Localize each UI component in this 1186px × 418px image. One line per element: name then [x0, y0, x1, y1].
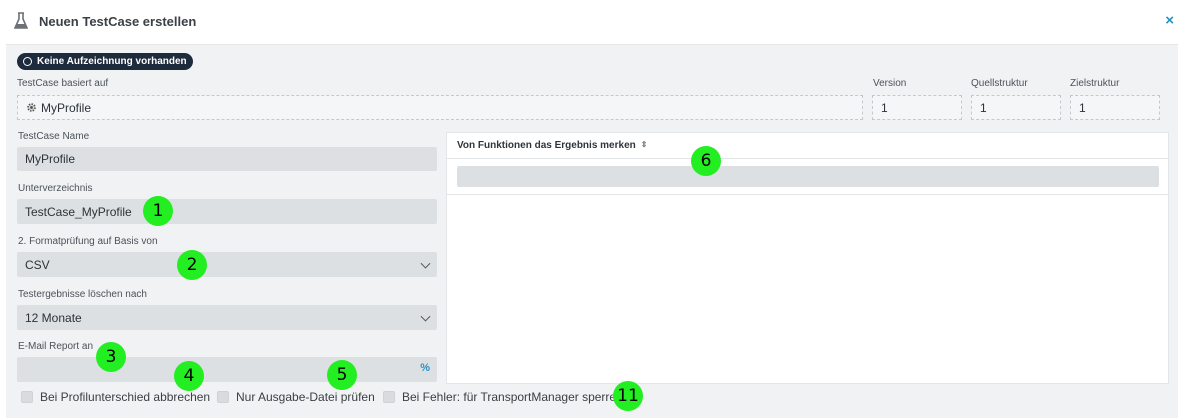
checkbox-box[interactable]: [383, 391, 395, 403]
checkbox-label: Bei Profilunterschied abbrechen: [40, 390, 211, 404]
source-structure-field[interactable]: 1: [971, 95, 1061, 120]
annotation-marker: 3: [96, 342, 126, 372]
checkbox-abort-on-profile-difference[interactable]: Bei Profilunterschied abbrechen: [21, 390, 210, 404]
email-report-label: E-Mail Report an: [18, 341, 94, 352]
annotation-marker: 5: [327, 360, 357, 390]
annotation-marker: 1: [143, 196, 173, 226]
dialog-header: Neuen TestCase erstellen ×: [0, 0, 1186, 44]
testcase-name-input[interactable]: MyProfile: [17, 147, 437, 171]
target-structure-value: 1: [1079, 100, 1086, 115]
checkbox-only-check-output-file[interactable]: Nur Ausgabe-Datei prüfen: [217, 390, 375, 404]
checkbox-label: Bei Fehler: für TransportManager sperren: [402, 390, 623, 404]
chevron-down-icon: [420, 258, 431, 269]
record-status-icon: [23, 57, 32, 66]
version-label: Version: [873, 78, 907, 89]
functions-filter-input[interactable]: [457, 166, 1159, 187]
checkbox-box[interactable]: [217, 391, 229, 403]
annotation-marker: 11: [613, 381, 643, 411]
subdirectory-label: Unterverzeichnis: [18, 183, 93, 194]
delete-after-select[interactable]: 12 Monate: [17, 305, 437, 330]
variable-icon[interactable]: %: [420, 362, 430, 374]
target-structure-label: Zielstruktur: [1070, 78, 1120, 89]
flask-icon: [14, 12, 28, 29]
functions-header-label: Von Funktionen das Ergebnis merken: [457, 140, 636, 151]
checkbox-box[interactable]: [21, 391, 33, 403]
checkbox-label: Nur Ausgabe-Datei prüfen: [236, 390, 375, 404]
based-on-label: TestCase basiert auf: [17, 78, 109, 89]
format-check-value: CSV: [25, 257, 50, 272]
version-field[interactable]: 1: [872, 95, 962, 120]
format-check-label: 2. Formatprüfung auf Basis von: [18, 236, 158, 247]
delete-after-value: 12 Monate: [25, 310, 82, 325]
annotation-marker: 4: [174, 361, 204, 391]
recording-status-label: Keine Aufzeichnung vorhanden: [37, 56, 187, 67]
sort-icon[interactable]: ⇕: [641, 133, 648, 157]
chevron-down-icon: [420, 311, 431, 322]
source-structure-label: Quellstruktur: [971, 78, 1028, 89]
source-structure-value: 1: [980, 100, 987, 115]
target-structure-field[interactable]: 1: [1070, 95, 1160, 120]
gear-icon: [27, 103, 36, 112]
annotation-marker: 6: [691, 146, 721, 176]
testcase-name-value: MyProfile: [25, 152, 76, 166]
divider: [447, 194, 1168, 195]
subdirectory-input[interactable]: TestCase_MyProfile: [17, 199, 437, 224]
testcase-name-label: TestCase Name: [18, 131, 90, 142]
functions-header[interactable]: Von Funktionen das Ergebnis merken ⇕: [447, 133, 1168, 159]
subdirectory-value: TestCase_MyProfile: [25, 204, 132, 219]
version-value: 1: [881, 100, 888, 115]
email-report-input[interactable]: %: [17, 357, 437, 382]
functions-panel: Von Funktionen das Ergebnis merken ⇕: [446, 132, 1169, 384]
delete-after-label: Testergebnisse löschen nach: [18, 289, 147, 300]
close-icon[interactable]: ×: [1165, 12, 1174, 29]
recording-status-badge: Keine Aufzeichnung vorhanden: [17, 53, 193, 70]
annotation-marker: 2: [177, 250, 207, 280]
based-on-field[interactable]: MyProfile: [17, 95, 863, 120]
checkbox-lock-transportmanager-on-error[interactable]: Bei Fehler: für TransportManager sperren: [383, 390, 623, 404]
based-on-value: MyProfile: [41, 100, 92, 115]
format-check-select[interactable]: CSV: [17, 252, 437, 277]
dialog-title: Neuen TestCase erstellen: [39, 14, 197, 29]
